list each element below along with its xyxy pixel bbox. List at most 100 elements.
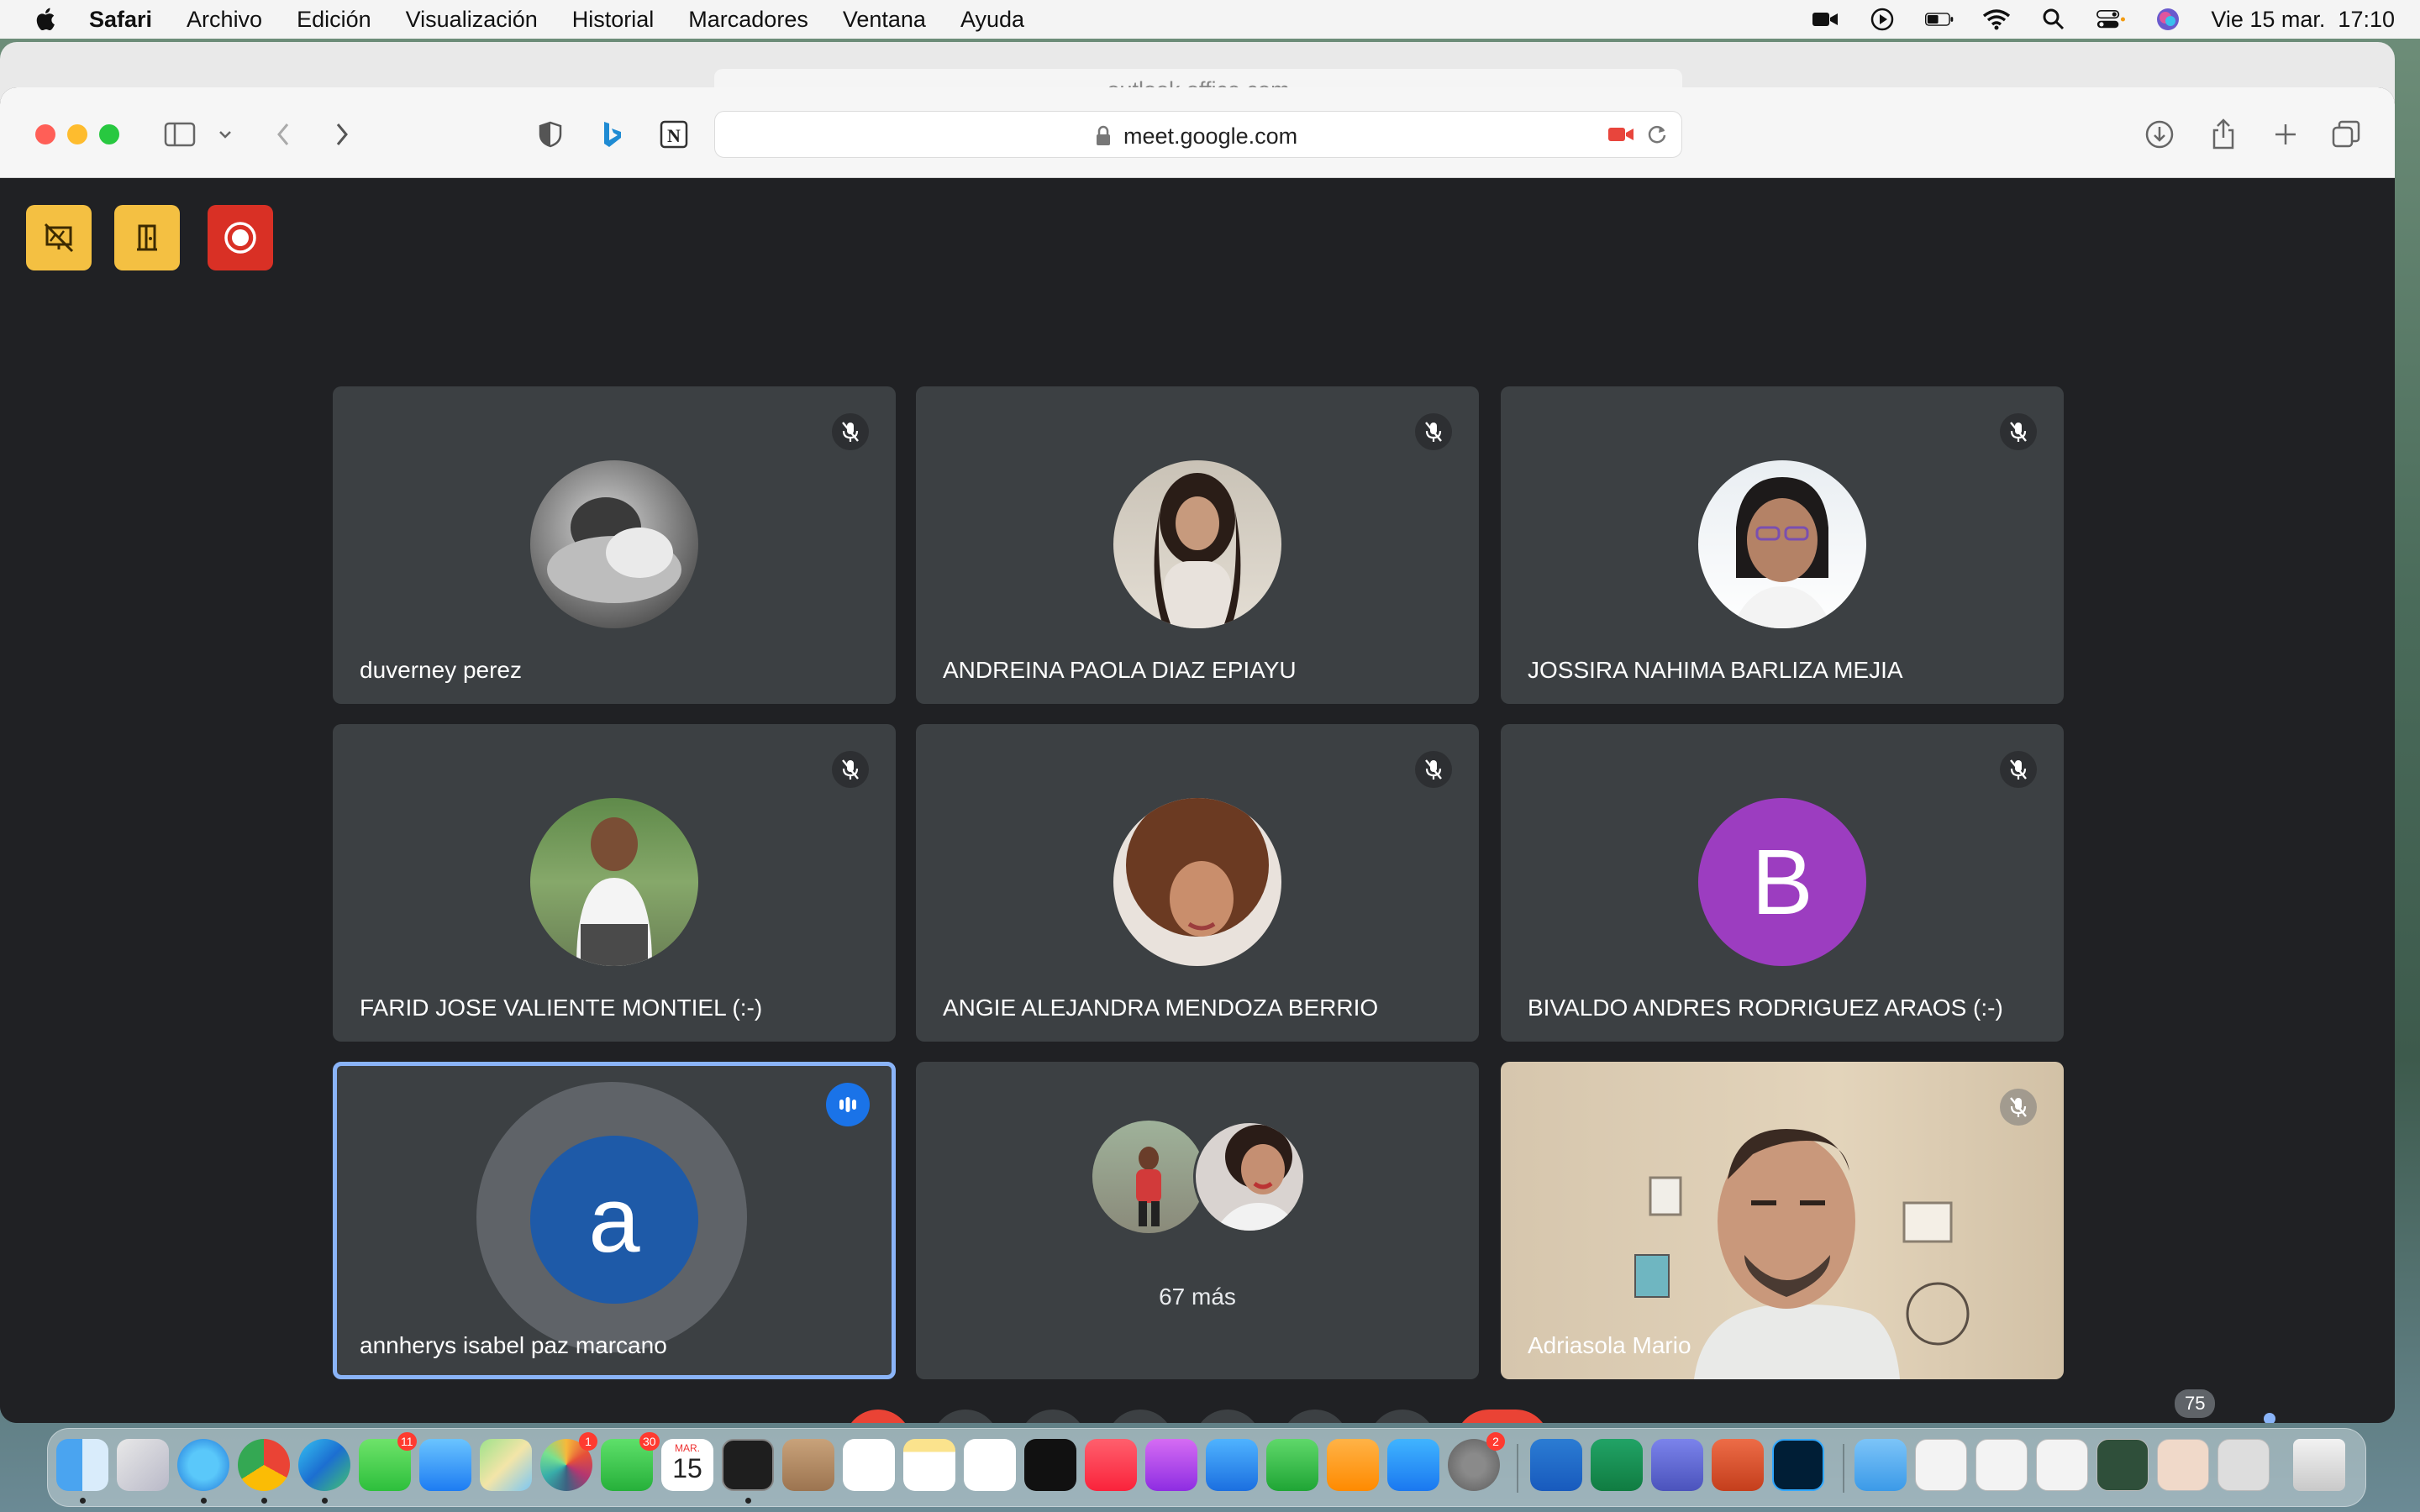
chevron-down-icon[interactable] [215,118,235,151]
camera-in-use-icon[interactable] [1607,125,1634,144]
contacts-icon[interactable] [782,1439,834,1491]
calendar-icon[interactable]: MAR. 15 [661,1439,713,1491]
participant-name: duverney perez [360,657,523,683]
muted-mic-icon [2000,1089,2037,1126]
recent-document-thumbnail[interactable] [1915,1439,1967,1491]
participant-tile[interactable]: FARID JOSE VALIENTE MONTIEL (:-) [333,724,896,1042]
wifi-icon[interactable] [1982,7,2011,32]
apple-tv-icon[interactable] [1024,1439,1076,1491]
menu-app-name[interactable]: Safari [89,7,152,33]
sidebar-toggle-icon[interactable] [163,118,197,151]
raise-hand-button[interactable] [1281,1410,1349,1423]
more-participants-tile[interactable]: 67 más [916,1062,1479,1379]
share-icon[interactable] [2207,118,2240,151]
recording-button[interactable] [208,205,273,270]
menu-ayuda[interactable]: Ayuda [960,7,1024,33]
powerpoint-icon[interactable] [1712,1439,1764,1491]
audio-level-icon [826,1083,870,1126]
leave-call-button[interactable] [1455,1410,1549,1423]
clock-text[interactable]: Vie 15 mar. 17:10 [2211,7,2395,33]
freeform-icon[interactable] [964,1439,1016,1491]
host-controls-button[interactable] [26,205,92,270]
menu-archivo[interactable]: Archivo [187,7,262,33]
record-icon [224,222,256,254]
participant-tile[interactable]: B BIVALDO ANDRES RODRIGUEZ ARAOS (:-) [1501,724,2064,1042]
participant-tile[interactable]: ANGIE ALEJANDRA MENDOZA BERRIO [916,724,1479,1042]
mail-icon[interactable] [419,1439,471,1491]
launchpad-icon[interactable] [117,1439,169,1491]
dock: 11 1 30 MAR. 15 2 [47,1428,2366,1507]
reactions-button[interactable] [1107,1410,1174,1423]
menu-marcadores[interactable]: Marcadores [688,7,808,33]
menu-visualizacion[interactable]: Visualización [406,7,538,33]
reminders-icon[interactable] [843,1439,895,1491]
zoom-window-button[interactable] [99,124,119,144]
keynote-icon[interactable] [1206,1439,1258,1491]
people-button[interactable] [2151,1421,2195,1423]
close-window-button[interactable] [35,124,55,144]
forward-icon[interactable] [329,118,355,151]
pages-icon[interactable] [1327,1439,1379,1491]
camera-status-icon[interactable] [1811,7,1839,32]
camera-toggle-button[interactable] [932,1410,999,1423]
music-icon[interactable] [1085,1439,1137,1491]
safari-icon[interactable] [177,1439,229,1491]
activities-button[interactable] [2312,1421,2356,1423]
minimize-window-button[interactable] [67,124,87,144]
spotlight-search-icon[interactable] [2039,7,2068,32]
back-icon[interactable] [271,118,296,151]
participant-tile[interactable]: ANDREINA PAOLA DIAZ EPIAYU [916,386,1479,704]
app-store-icon[interactable] [1387,1439,1439,1491]
battery-icon[interactable] [1925,7,1954,32]
privacy-shield-icon[interactable] [536,118,565,151]
participant-avatar [1113,460,1281,628]
terminal-icon[interactable] [722,1439,774,1491]
microphone-toggle-button[interactable] [844,1410,912,1423]
participant-avatar [1113,798,1281,966]
chrome-icon[interactable] [238,1439,290,1491]
podcasts-icon[interactable] [1145,1439,1197,1491]
teams-icon[interactable] [1651,1439,1703,1491]
photoshop-icon[interactable] [1772,1439,1824,1491]
present-screen-button[interactable] [1194,1410,1261,1423]
word-icon[interactable] [1530,1439,1582,1491]
recent-document-thumbnail[interactable] [2157,1439,2209,1491]
menu-edicion[interactable]: Edición [297,7,371,33]
captions-button[interactable]: CC [1019,1410,1086,1423]
tab-overview-icon[interactable] [2329,118,2363,151]
new-tab-icon[interactable] [2269,118,2302,151]
download-icon[interactable] [2143,118,2176,151]
breakout-rooms-button[interactable] [114,205,180,270]
muted-mic-icon [2000,751,2037,788]
recent-document-thumbnail[interactable] [2096,1439,2149,1491]
downloads-folder-icon[interactable] [1854,1439,1907,1491]
browser-toolbar: N meet.google.com [0,87,2395,178]
finder-icon[interactable] [56,1439,108,1491]
edge-icon[interactable] [298,1439,350,1491]
apple-logo-icon[interactable] [32,5,60,34]
notion-icon[interactable]: N [657,118,691,151]
reload-icon[interactable] [1646,123,1668,145]
participant-video-tile[interactable]: Adriasola Mario [1501,1062,2064,1379]
more-options-button[interactable] [1369,1410,1436,1423]
excel-icon[interactable] [1591,1439,1643,1491]
participant-tile[interactable]: duverney perez [333,386,896,704]
recent-document-thumbnail[interactable] [2217,1439,2270,1491]
menu-historial[interactable]: Historial [572,7,655,33]
siri-icon[interactable] [2154,7,2182,32]
maps-icon[interactable] [480,1439,532,1491]
trash-icon[interactable] [2293,1439,2345,1491]
participant-tile[interactable]: JOSSIRA NAHIMA BARLIZA MEJIA [1501,386,2064,704]
recent-document-thumbnail[interactable] [2036,1439,2088,1491]
recent-document-thumbnail[interactable] [1975,1439,2028,1491]
notes-icon[interactable] [903,1439,955,1491]
numbers-icon[interactable] [1266,1439,1318,1491]
menu-ventana[interactable]: Ventana [843,7,926,33]
control-center-icon[interactable] [2096,7,2126,32]
active-speaker-tile[interactable]: a annherys isabel paz marcano [333,1062,896,1379]
participant-avatar [1092,1121,1205,1233]
bing-icon[interactable] [598,118,627,151]
play-status-icon[interactable] [1868,7,1897,32]
address-bar[interactable]: meet.google.com [714,111,1682,158]
meeting-details-button[interactable] [2072,1421,2116,1423]
